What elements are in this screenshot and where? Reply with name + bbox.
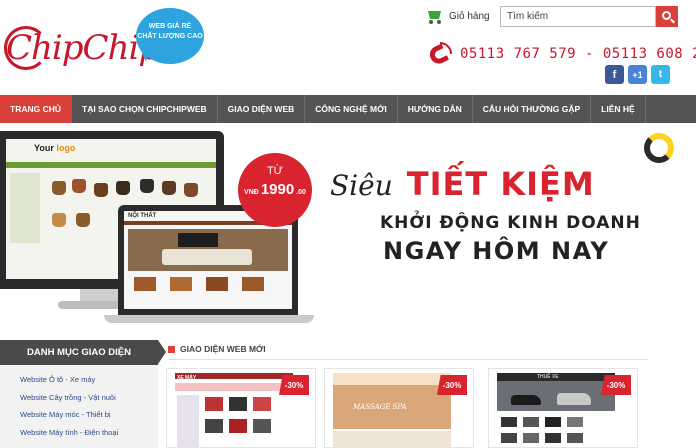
headline-main: TIẾT KIỆM [406,165,595,203]
category-item-auto[interactable]: Website Ô tô - Xe máy [20,371,158,389]
nav-item-home[interactable]: TRANG CHỦ [0,95,72,123]
header: ChipChip WEB GIÁ RẺ CHẤT LƯỢNG CAO Giỏ h… [0,0,696,95]
price-decimal: .00 [296,189,306,196]
phone-number: 05113 767 579 - 05113 608 297 [460,46,696,62]
section-marker-icon [168,345,175,353]
nav-item-why-choose[interactable]: TẠI SAO CHỌN CHIPCHIPWEB [72,95,218,123]
product-thumbnail: XE MÁY [175,373,293,447]
cart-label: Giỏ hàng [449,10,490,22]
discount-badge: -30% [279,375,309,395]
hotline: 05113 767 579 - 05113 608 297 [426,42,696,67]
nav-item-contact[interactable]: LIÊN HỆ [591,95,646,123]
page: ChipChip WEB GIÁ RẺ CHẤT LƯỢNG CAO Giỏ h… [0,0,696,448]
nav-item-new-tech[interactable]: CÔNG NGHỆ MỚI [305,95,398,123]
cart-link[interactable]: Giỏ hàng [425,8,490,24]
social-links: f +1 t [605,65,670,84]
product-card[interactable]: THUÊ XE -30% [488,368,638,448]
nav-item-guide[interactable]: HƯỚNG DẪN [398,95,473,123]
site-logo[interactable]: ChipChip WEB GIÁ RẺ CHẤT LƯỢNG CAO [4,8,204,90]
category-item-machinery[interactable]: Website Máy móc - Thiết bị [20,406,158,424]
loading-spinner-icon [644,133,674,163]
section-title-text: GIAO DIỆN WEB MỚI [180,344,266,354]
price-badge: TỪ VNĐ 1990 .00 [238,153,312,227]
price-prefix: TỪ [266,165,284,177]
product-card[interactable]: XE MÁY -30% [166,368,316,448]
logo-bubble-line2: CHẤT LƯỢNG CAO [137,33,203,40]
headline-line1: Siêu TIẾT KIỆM [330,165,595,203]
discount-badge: -30% [601,375,631,395]
headline-line3: NGAY HÔM NAY [383,237,610,265]
twitter-icon[interactable]: t [651,65,670,84]
laptop-site-logo: NỘI THẤT [128,213,157,219]
product-thumbnail: THUÊ XE [497,373,615,447]
headline-line2: KHỞI ĐỘNG KINH DOANH [380,213,641,233]
product-thumbnail: MASSAGE SPA [333,373,451,447]
main-nav: TRANG CHỦ TẠI SAO CHỌN CHIPCHIPWEB GIAO … [0,95,696,123]
google-plus-icon[interactable]: +1 [628,65,647,84]
search-button[interactable] [656,6,678,27]
search-icon [661,11,671,20]
hero-banner[interactable]: Your logo NỘI THẤT TỪ VNĐ 1990 .00 Siêu … [0,123,696,330]
price-value: 1990 [260,181,295,198]
discount-badge: -30% [437,375,467,395]
logo-bubble: WEB GIÁ RẺ CHẤT LƯỢNG CAO [136,8,204,64]
nav-item-web-templates[interactable]: GIAO DIỆN WEB [218,95,306,123]
cart-icon [425,8,443,24]
phone-icon [426,42,452,67]
price-currency: VNĐ [244,189,259,196]
logo-bubble-line1: WEB GIÁ RẺ [148,23,192,30]
section-title: GIAO DIỆN WEB MỚI [168,344,266,354]
category-sidebar: DANH MỤC GIAO DIỆN Website Ô tô - Xe máy… [0,340,166,448]
category-item-plants-pets[interactable]: Website Cây trồng - Vật nuôi [20,389,158,407]
category-list: Website Ô tô - Xe máy Website Cây trồng … [0,365,158,441]
headline-script: Siêu [330,169,393,202]
sidebar-title: DANH MỤC GIAO DIỆN [0,340,166,365]
product-card[interactable]: MASSAGE SPA -30% [324,368,474,448]
search-input[interactable]: Tìm kiếm [500,6,656,27]
facebook-icon[interactable]: f [605,65,624,84]
category-item-computers-phones[interactable]: Website Máy tính - Điện thoại [20,424,158,442]
monitor-site-logo: Your logo [34,143,76,153]
nav-item-faq[interactable]: CÂU HỎI THƯỜNG GẶP [473,95,592,123]
